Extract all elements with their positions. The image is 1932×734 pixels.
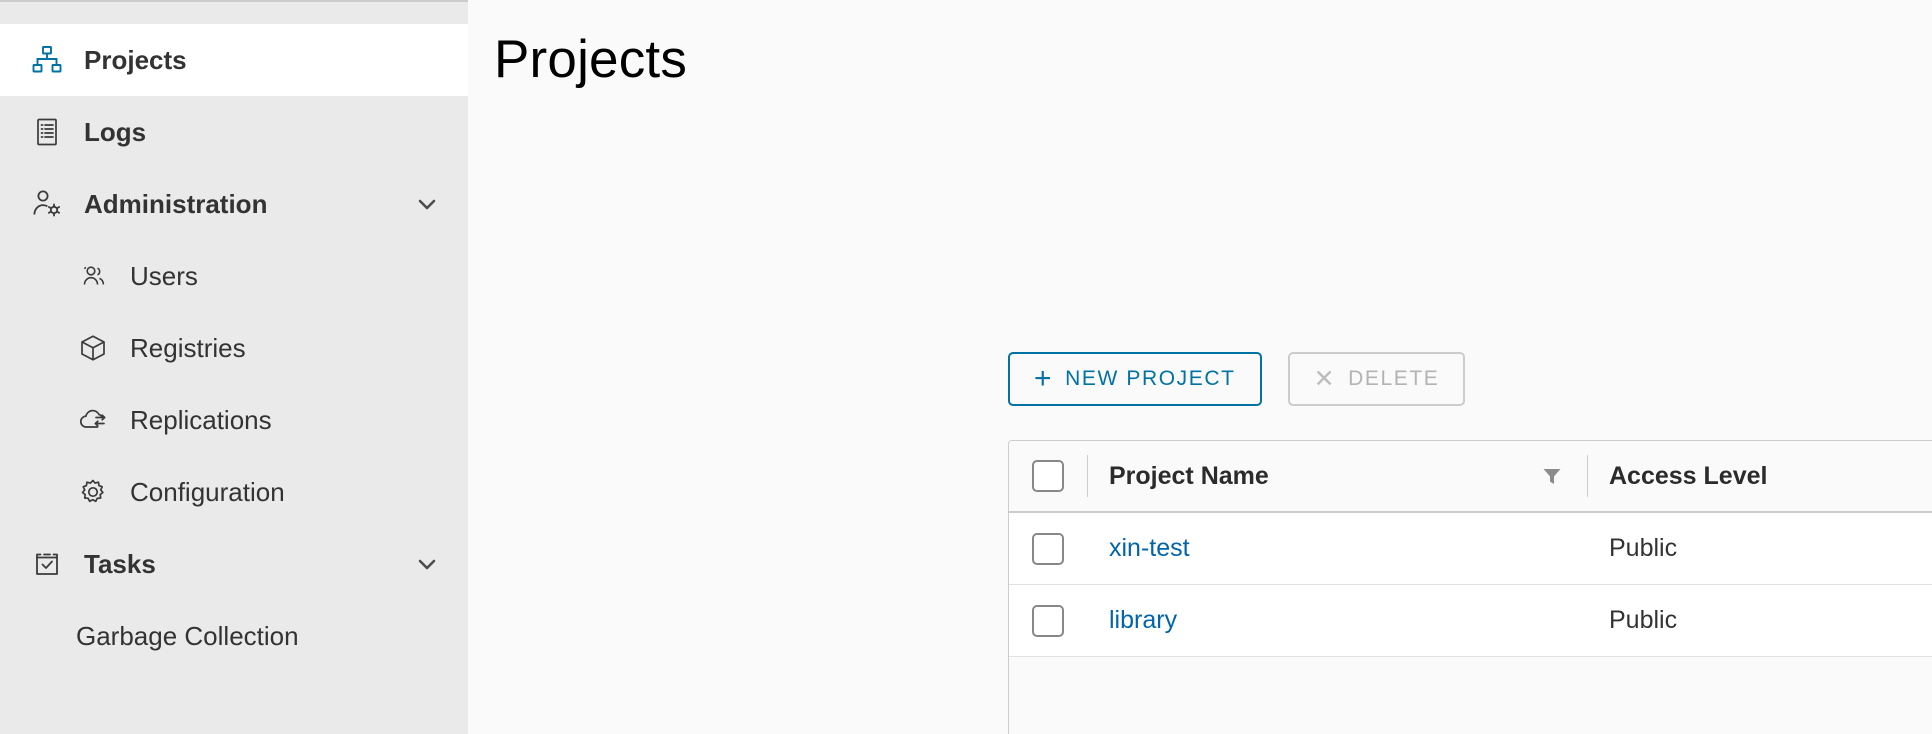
configuration-gear-icon <box>76 475 110 509</box>
sidebar-item-label: Replications <box>130 405 272 435</box>
row-select-cell <box>1009 585 1087 656</box>
app-root: Projects Logs Administration Users Regis… <box>0 0 1932 734</box>
sidebar-item-tasks[interactable]: Tasks <box>0 528 468 600</box>
registries-cube-icon <box>76 331 110 365</box>
select-all-cell <box>1009 441 1087 511</box>
replications-cloud-sync-icon <box>76 403 110 437</box>
sidebar-item-registries[interactable]: Registries <box>0 312 468 384</box>
cell-project-name: library <box>1087 585 1587 656</box>
datagrid-action-bar: + NEW PROJECT ✕ DELETE <box>1008 352 1466 406</box>
sidebar-item-projects[interactable]: Projects <box>0 24 468 96</box>
sidebar-item-replications[interactable]: Replications <box>0 384 468 456</box>
column-header-label: Project Name <box>1109 461 1269 490</box>
delete-label: DELETE <box>1348 367 1440 390</box>
sidebar-item-label: Registries <box>130 333 246 363</box>
sidebar-item-configuration[interactable]: Configuration <box>0 456 468 528</box>
column-header-access-level[interactable]: Access Level <box>1587 441 1932 511</box>
sidebar-item-label: Users <box>130 261 198 291</box>
cell-project-name: xin-test <box>1087 513 1587 584</box>
funnel-filter-icon[interactable] <box>1539 463 1565 489</box>
column-header-label: Access Level <box>1609 461 1768 490</box>
tasks-calendar-check-icon <box>30 547 64 581</box>
logs-list-icon <box>30 115 64 149</box>
sidebar-item-users[interactable]: Users <box>0 240 468 312</box>
sidebar-item-label: Administration <box>84 189 268 219</box>
row-checkbox[interactable] <box>1032 532 1064 565</box>
row-select-cell <box>1009 513 1087 584</box>
table-row[interactable]: xin-test Public Project Admin <box>1009 513 1932 585</box>
datagrid-header-row: Project Name Access Level Role <box>1009 441 1932 513</box>
project-name-link[interactable]: xin-test <box>1109 534 1190 563</box>
users-group-icon <box>76 259 110 293</box>
cell-access-level: Public <box>1609 606 1678 634</box>
close-x-icon: ✕ <box>1313 364 1337 393</box>
chevron-down-icon[interactable] <box>412 189 442 219</box>
sidebar-item-label: Tasks <box>84 549 156 579</box>
project-name-link[interactable]: library <box>1109 606 1177 635</box>
new-project-button[interactable]: + NEW PROJECT <box>1008 352 1262 406</box>
datagrid-footer <box>1009 657 1932 734</box>
chevron-down-icon[interactable] <box>412 549 442 579</box>
table-row[interactable]: library Public Project Admin <box>1009 585 1932 657</box>
cell-access-level: Public <box>1609 534 1678 562</box>
projects-hierarchy-icon <box>30 43 64 77</box>
main-content: Projects + NEW PROJECT ✕ DELETE Project … <box>468 0 1932 734</box>
administration-user-gear-icon <box>30 187 64 221</box>
delete-button[interactable]: ✕ DELETE <box>1287 352 1466 406</box>
row-checkbox[interactable] <box>1032 604 1064 637</box>
sidebar-item-label: Garbage Collection <box>76 621 299 651</box>
sidebar-item-logs[interactable]: Logs <box>0 96 468 168</box>
sidebar-item-label: Configuration <box>130 477 285 507</box>
sidebar: Projects Logs Administration Users Regis… <box>0 0 468 734</box>
new-project-label: NEW PROJECT <box>1065 367 1236 390</box>
page-title: Projects <box>494 30 688 89</box>
plus-icon: + <box>1034 362 1054 395</box>
projects-datagrid: Project Name Access Level Role <box>1008 440 1932 734</box>
column-header-project-name[interactable]: Project Name <box>1087 441 1587 511</box>
sidebar-item-label: Projects <box>84 45 187 75</box>
sidebar-item-administration[interactable]: Administration <box>0 168 468 240</box>
sidebar-item-garbage-collection[interactable]: Garbage Collection <box>0 600 468 672</box>
sidebar-item-label: Logs <box>84 117 147 147</box>
select-all-checkbox[interactable] <box>1032 460 1064 492</box>
